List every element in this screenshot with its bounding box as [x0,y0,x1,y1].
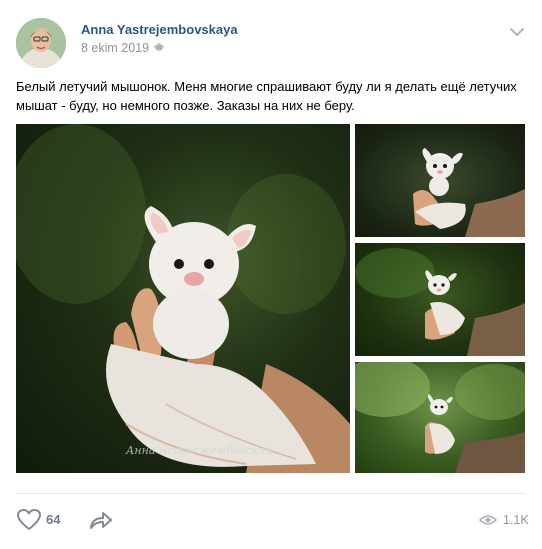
bat-toy-photo [16,124,350,473]
post-photo-main[interactable]: Анна Ястрежембовская [16,124,350,473]
post-photo-4[interactable] [355,362,525,473]
post-date[interactable]: 8 ekim 2019 [81,41,149,55]
footer-divider [16,493,526,494]
avatar-image [16,18,66,68]
share-arrow-icon [90,512,112,529]
post-menu-chevron-down-icon[interactable] [508,25,526,39]
bat-toy-photo-3 [355,248,525,356]
post-text: Белый летучий мышонок. Меня многие спраш… [16,79,517,113]
share-button[interactable] [88,509,114,531]
author-avatar[interactable] [16,18,66,68]
author-name-link[interactable]: Anna Yastrejembovskaya [81,22,238,37]
view-counter: 1.1K [479,513,529,527]
heart-icon [17,509,41,530]
android-icon [154,41,164,55]
post-meta: 8 ekim 2019 [81,41,164,55]
post-photo-3[interactable] [355,243,525,356]
photo-watermark-signature: Анна Ястрежембовская [126,444,273,457]
like-button[interactable] [16,508,42,532]
post-photo-2[interactable] [355,124,525,237]
like-count[interactable]: 64 [46,512,60,527]
wall-post: Anna Yastrejembovskaya 8 ekim 2019 Белый… [0,0,542,549]
eye-icon [479,515,497,525]
bat-toy-photo-4 [355,362,525,473]
bat-toy-photo-2 [413,148,525,237]
view-count: 1.1K [503,513,529,527]
